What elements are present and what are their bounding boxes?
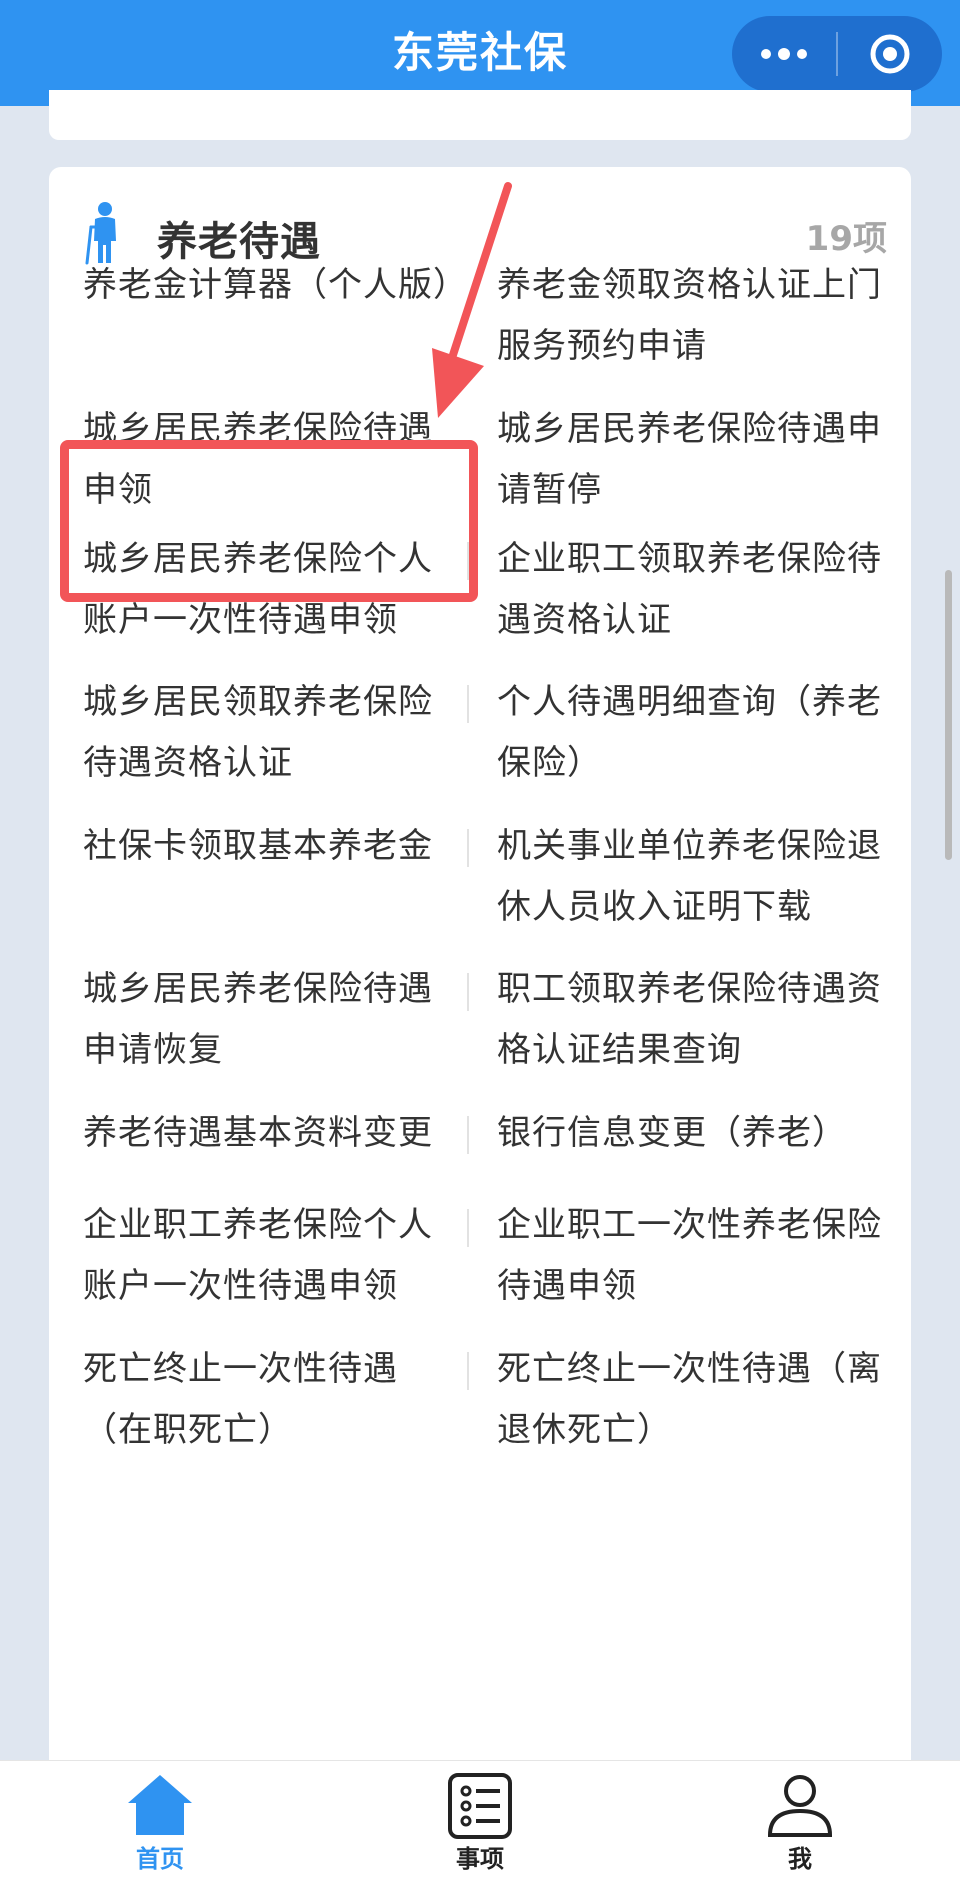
service-item[interactable]: 社保卡领取基本养老金 <box>83 816 463 877</box>
list-icon <box>448 1773 512 1839</box>
more-dots-icon <box>761 48 807 60</box>
pointer-arrow-icon <box>432 182 512 418</box>
service-item[interactable]: 养老金计算器（个人版） <box>83 255 467 316</box>
column-divider <box>467 973 469 1011</box>
column-divider <box>467 1209 469 1247</box>
item-count: 19项 <box>805 219 887 259</box>
scrollbar[interactable] <box>945 570 952 860</box>
service-item[interactable]: 银行信息变更（养老） <box>497 1103 883 1164</box>
column-divider <box>467 685 469 723</box>
user-icon <box>767 1775 833 1837</box>
service-item[interactable]: 城乡居民养老保险待遇申请暂停 <box>497 399 883 521</box>
service-item[interactable]: 养老待遇基本资料变更 <box>83 1103 463 1164</box>
service-item[interactable]: 企业职工一次性养老保险待遇申领 <box>497 1195 883 1317</box>
tab-label: 事项 <box>456 1845 504 1873</box>
column-divider <box>467 1352 469 1390</box>
service-item[interactable]: 机关事业单位养老保险退休人员收入证明下载 <box>497 816 883 938</box>
service-item[interactable]: 死亡终止一次性待遇（离退休死亡） <box>497 1339 883 1461</box>
tab-label: 首页 <box>136 1845 184 1873</box>
mini-program-capsule <box>732 16 942 92</box>
bottom-tab-bar: 首页 事项 我 <box>0 1760 960 1879</box>
tab-items[interactable]: 事项 <box>380 1761 580 1879</box>
tab-label: 我 <box>788 1845 812 1873</box>
tab-me[interactable]: 我 <box>700 1761 900 1879</box>
service-item[interactable]: 企业职工领取养老保险待遇资格认证 <box>497 529 883 651</box>
more-button[interactable] <box>732 16 836 92</box>
column-divider <box>467 829 469 867</box>
target-circle-icon <box>870 34 910 74</box>
service-item[interactable]: 城乡居民养老保险待遇申请恢复 <box>83 959 463 1081</box>
tab-home[interactable]: 首页 <box>60 1761 260 1879</box>
previous-card <box>49 90 911 140</box>
column-divider <box>467 1116 469 1154</box>
service-item[interactable]: 养老金领取资格认证上门服务预约申请 <box>497 255 883 377</box>
highlight-annotation <box>60 440 478 602</box>
service-item[interactable]: 城乡居民领取养老保险待遇资格认证 <box>83 672 463 794</box>
home-icon <box>128 1775 192 1835</box>
service-item[interactable]: 死亡终止一次性待遇（在职死亡） <box>83 1339 463 1461</box>
close-button[interactable] <box>838 16 942 92</box>
service-item[interactable]: 企业职工养老保险个人账户一次性待遇申领 <box>83 1195 463 1317</box>
service-item[interactable]: 个人待遇明细查询（养老保险） <box>497 672 883 794</box>
service-item[interactable]: 职工领取养老保险待遇资格认证结果查询 <box>497 959 883 1081</box>
